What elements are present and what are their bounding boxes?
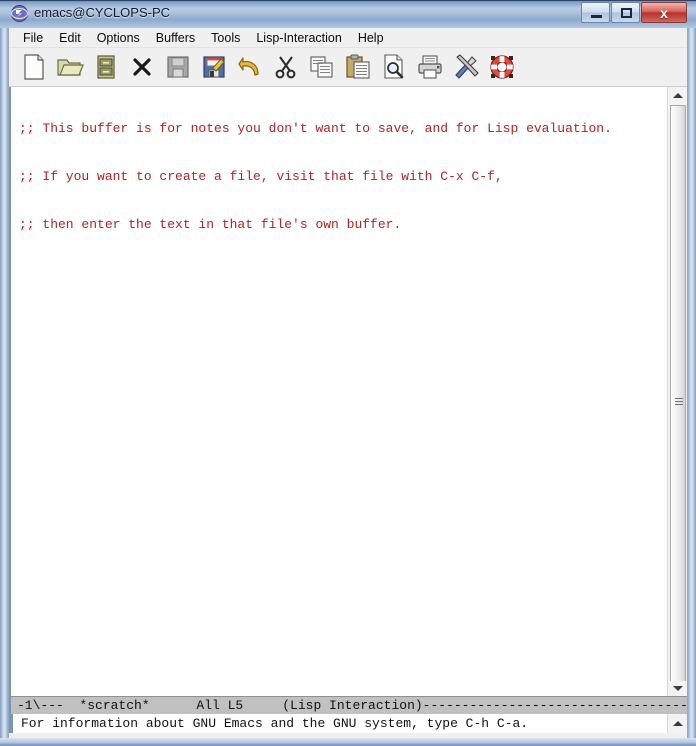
window-frame-left bbox=[0, 0, 8, 746]
paste-clipboard-icon bbox=[346, 54, 370, 79]
copy-button[interactable] bbox=[305, 50, 339, 84]
echo-area[interactable]: For information about GNU Emacs and the … bbox=[11, 714, 687, 733]
open-folder-icon bbox=[57, 59, 84, 76]
scroll-up-arrow-icon bbox=[672, 721, 683, 726]
save-icon bbox=[167, 56, 189, 78]
menu-help[interactable]: Help bbox=[350, 30, 392, 46]
save-as-icon bbox=[203, 56, 225, 78]
buffer-line: ;; If you want to create a file, visit t… bbox=[19, 169, 503, 184]
scroll-up-arrow-icon bbox=[673, 93, 683, 98]
open-file-button[interactable] bbox=[53, 50, 87, 84]
menu-lisp-interaction[interactable]: Lisp-Interaction bbox=[248, 30, 349, 46]
customize-button[interactable] bbox=[449, 50, 483, 84]
window-frame-right bbox=[688, 0, 696, 746]
menu-options[interactable]: Options bbox=[89, 30, 148, 46]
copy-icon bbox=[310, 56, 333, 78]
open-directory-button[interactable] bbox=[89, 50, 123, 84]
maximize-icon bbox=[621, 8, 632, 18]
client-area: File Edit Options Buffers Tools Lisp-Int… bbox=[8, 28, 688, 738]
help-lifesaver-icon bbox=[490, 55, 514, 79]
emacs-icon[interactable] bbox=[11, 5, 28, 22]
title-bar[interactable]: emacs@CYCLOPS-PC x bbox=[0, 0, 696, 28]
scroll-down-arrow-icon bbox=[672, 686, 683, 691]
maximize-button[interactable] bbox=[611, 2, 640, 23]
file-cabinet-icon bbox=[97, 55, 115, 79]
undo-button[interactable] bbox=[233, 50, 267, 84]
print-icon bbox=[418, 55, 442, 79]
new-file-button[interactable] bbox=[17, 50, 51, 84]
close-icon: x bbox=[660, 4, 668, 21]
new-file-icon bbox=[24, 54, 44, 80]
mode-line[interactable]: -1\--- *scratch* All L5 (Lisp Interactio… bbox=[11, 696, 687, 714]
tool-bar bbox=[9, 48, 687, 87]
close-buffer-button[interactable] bbox=[125, 50, 159, 84]
cut-button[interactable] bbox=[269, 50, 303, 84]
save-button[interactable] bbox=[161, 50, 195, 84]
buffer-area[interactable]: ;; This buffer is for notes you don't wa… bbox=[9, 87, 687, 733]
window-frame-bottom bbox=[0, 738, 696, 746]
minimize-button[interactable] bbox=[581, 2, 610, 23]
scroll-up-button[interactable] bbox=[668, 87, 687, 104]
window-controls: x bbox=[580, 2, 687, 23]
paste-button[interactable] bbox=[341, 50, 375, 84]
menu-edit[interactable]: Edit bbox=[51, 30, 89, 46]
vertical-scrollbar[interactable] bbox=[667, 87, 687, 718]
help-button[interactable] bbox=[485, 50, 519, 84]
close-buffer-icon bbox=[133, 58, 151, 76]
window-title: emacs@CYCLOPS-PC bbox=[34, 5, 171, 20]
menu-file[interactable]: File bbox=[15, 30, 51, 46]
buffer-line: ;; then enter the text in that file's ow… bbox=[19, 217, 402, 232]
echo-area-scroll-button[interactable] bbox=[667, 714, 687, 733]
close-button[interactable]: x bbox=[641, 2, 687, 23]
save-as-button[interactable] bbox=[197, 50, 231, 84]
emacs-window: emacs@CYCLOPS-PC x File Edit Options Buf… bbox=[0, 0, 696, 746]
search-button[interactable] bbox=[377, 50, 411, 84]
scroll-thumb[interactable] bbox=[670, 105, 686, 699]
menu-bar: File Edit Options Buffers Tools Lisp-Int… bbox=[9, 28, 687, 48]
cut-scissors-icon bbox=[275, 56, 296, 79]
menu-tools[interactable]: Tools bbox=[203, 30, 248, 46]
minimize-icon bbox=[591, 15, 602, 18]
undo-icon bbox=[238, 57, 259, 76]
menu-buffers[interactable]: Buffers bbox=[148, 30, 203, 46]
scroll-thumb-grip-icon bbox=[675, 398, 683, 405]
buffer-line: ;; This buffer is for notes you don't wa… bbox=[19, 121, 612, 136]
search-icon bbox=[384, 54, 404, 79]
scratch-buffer-text[interactable]: ;; This buffer is for notes you don't wa… bbox=[19, 88, 665, 265]
scroll-down-button-lower[interactable] bbox=[667, 681, 687, 696]
print-button[interactable] bbox=[413, 50, 447, 84]
customize-tools-icon bbox=[455, 54, 479, 79]
